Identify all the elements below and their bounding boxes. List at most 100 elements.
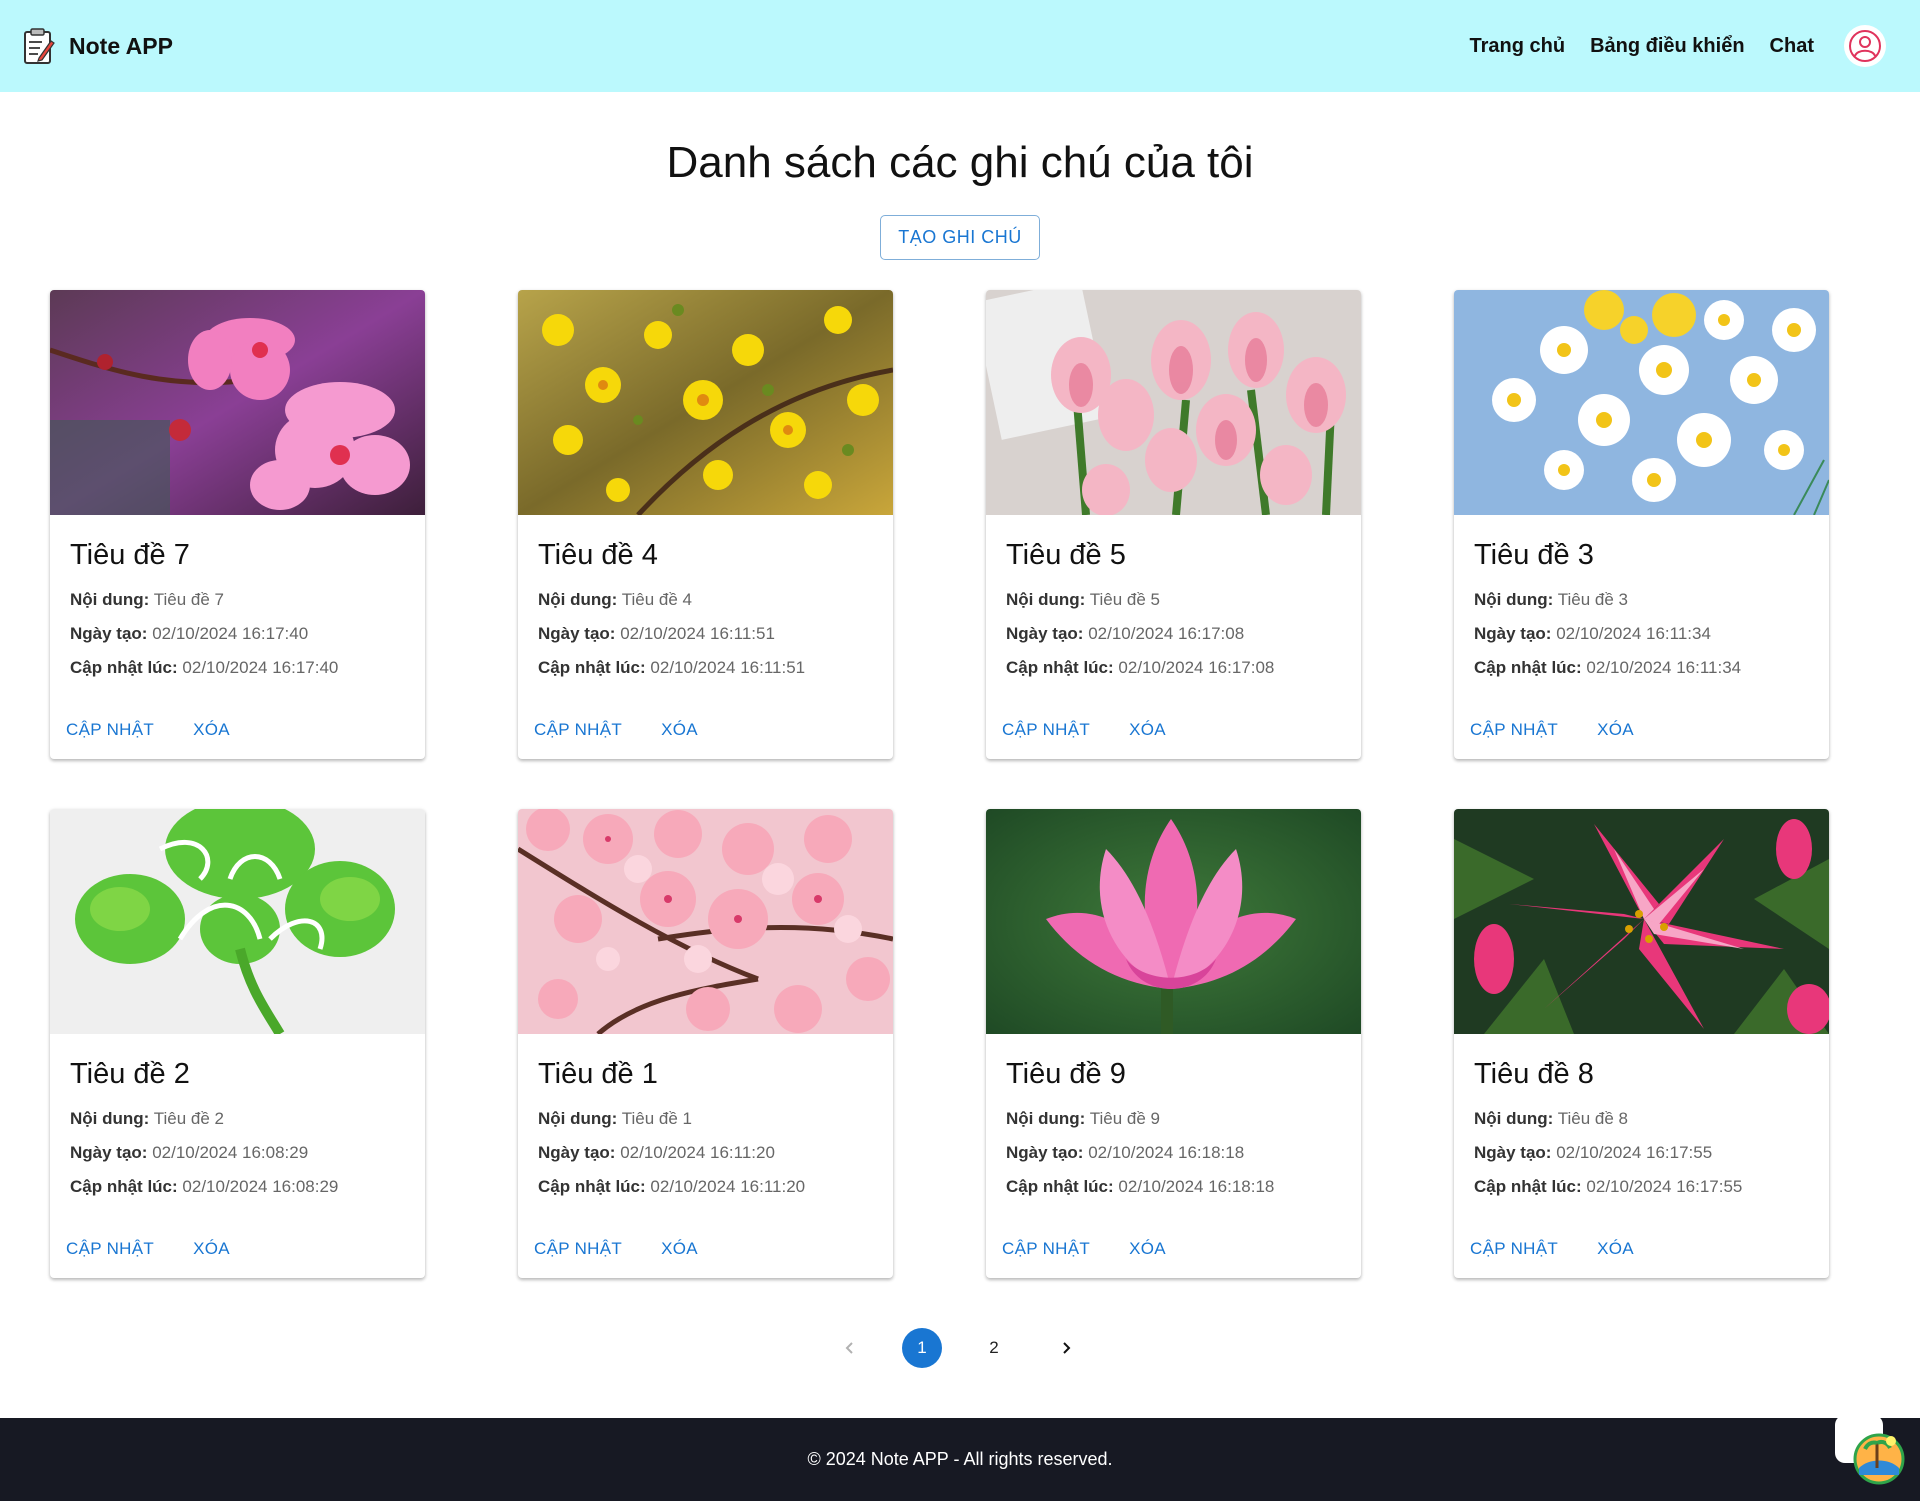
note-actions: CẬP NHẬT XÓA [1470, 720, 1634, 740]
brand[interactable]: Note APP [22, 27, 173, 65]
note-updated: 02/10/2024 16:08:29 [182, 1177, 339, 1196]
content-label: Nội dung: [538, 1109, 618, 1128]
pagination: 1 2 [830, 1328, 1118, 1368]
nav-dashboard-link[interactable]: Bảng điều khiển [1590, 35, 1744, 58]
note-updated-line: Cập nhật lúc: 02/10/2024 16:11:51 [538, 658, 873, 678]
nav-chat-link[interactable]: Chat [1770, 35, 1814, 58]
note-image-cherry-blossom [518, 809, 893, 1034]
created-label: Ngày tạo: [1474, 624, 1552, 643]
note-title: Tiêu đề 4 [538, 539, 658, 571]
note-card: Tiêu đề 2 Nội dung: Tiêu đề 2 Ngày tạo: … [50, 809, 425, 1278]
created-label: Ngày tạo: [1006, 624, 1084, 643]
note-updated: 02/10/2024 16:17:08 [1118, 658, 1275, 677]
update-note-button[interactable]: CẬP NHẬT [1470, 1239, 1558, 1259]
note-title: Tiêu đề 7 [70, 539, 190, 571]
created-label: Ngày tạo: [1474, 1143, 1552, 1162]
clipboard-note-icon [24, 28, 55, 64]
note-created: 02/10/2024 16:11:20 [620, 1143, 775, 1162]
note-updated-line: Cập nhật lúc: 02/10/2024 16:08:29 [70, 1177, 405, 1197]
created-label: Ngày tạo: [70, 624, 148, 643]
delete-note-button[interactable]: XÓA [1597, 720, 1634, 740]
note-card: Tiêu đề 1 Nội dung: Tiêu đề 1 Ngày tạo: … [518, 809, 893, 1278]
content-label: Nội dung: [1006, 1109, 1086, 1128]
next-page-button[interactable] [1046, 1328, 1086, 1368]
note-updated-line: Cập nhật lúc: 02/10/2024 16:17:55 [1474, 1177, 1809, 1197]
note-created: 02/10/2024 16:17:55 [1556, 1143, 1713, 1162]
note-title: Tiêu đề 8 [1474, 1058, 1594, 1090]
note-image-tulips [986, 290, 1361, 515]
note-updated-line: Cập nhật lúc: 02/10/2024 16:17:08 [1006, 658, 1341, 678]
note-title: Tiêu đề 5 [1006, 539, 1126, 571]
note-content: Tiêu đề 7 [153, 590, 224, 609]
user-avatar-button[interactable] [1846, 27, 1884, 65]
note-updated: 02/10/2024 16:17:40 [182, 658, 339, 677]
note-updated: 02/10/2024 16:11:51 [650, 658, 806, 677]
delete-note-button[interactable]: XÓA [1129, 1239, 1166, 1259]
note-created-line: Ngày tạo: 02/10/2024 16:17:55 [1474, 1143, 1809, 1163]
note-card: Tiêu đề 9 Nội dung: Tiêu đề 9 Ngày tạo: … [986, 809, 1361, 1278]
chevron-right-icon [1063, 1342, 1071, 1354]
update-note-button[interactable]: CẬP NHẬT [534, 1239, 622, 1259]
nav-home-link[interactable]: Trang chủ [1470, 35, 1566, 58]
note-created-line: Ngày tạo: 02/10/2024 16:17:40 [70, 624, 405, 644]
chat-bubble-icon[interactable] [1833, 1413, 1905, 1485]
note-image-lotus [986, 809, 1361, 1034]
note-title: Tiêu đề 1 [538, 1058, 658, 1090]
content-label: Nội dung: [70, 590, 150, 609]
note-actions: CẬP NHẬT XÓA [1002, 1239, 1166, 1259]
content-label: Nội dung: [1474, 1109, 1554, 1128]
note-created-line: Ngày tạo: 02/10/2024 16:17:08 [1006, 624, 1341, 644]
delete-note-button[interactable]: XÓA [661, 720, 698, 740]
created-label: Ngày tạo: [70, 1143, 148, 1162]
note-title: Tiêu đề 9 [1006, 1058, 1126, 1090]
delete-note-button[interactable]: XÓA [1129, 720, 1166, 740]
note-content-line: Nội dung: Tiêu đề 2 [70, 1109, 405, 1129]
delete-note-button[interactable]: XÓA [1597, 1239, 1634, 1259]
note-content-line: Nội dung: Tiêu đề 4 [538, 590, 873, 610]
created-label: Ngày tạo: [538, 624, 616, 643]
note-content-line: Nội dung: Tiêu đề 1 [538, 1109, 873, 1129]
note-created: 02/10/2024 16:11:51 [620, 624, 775, 643]
delete-note-button[interactable]: XÓA [193, 1239, 230, 1259]
note-content-line: Nội dung: Tiêu đề 8 [1474, 1109, 1809, 1129]
note-content: Tiêu đề 5 [1089, 590, 1160, 609]
content-label: Nội dung: [1006, 590, 1086, 609]
update-note-button[interactable]: CẬP NHẬT [1470, 720, 1558, 740]
update-note-button[interactable]: CẬP NHẬT [1002, 1239, 1090, 1259]
create-note-button[interactable]: TẠO GHI CHÚ [880, 215, 1040, 260]
note-created: 02/10/2024 16:08:29 [152, 1143, 309, 1162]
note-title: Tiêu đề 2 [70, 1058, 190, 1090]
note-actions: CẬP NHẬT XÓA [534, 1239, 698, 1259]
note-card: Tiêu đề 5 Nội dung: Tiêu đề 5 Ngày tạo: … [986, 290, 1361, 759]
update-note-button[interactable]: CẬP NHẬT [66, 1239, 154, 1259]
note-created: 02/10/2024 16:17:40 [152, 624, 309, 643]
note-card: Tiêu đề 3 Nội dung: Tiêu đề 3 Ngày tạo: … [1454, 290, 1829, 759]
delete-note-button[interactable]: XÓA [193, 720, 230, 740]
note-actions: CẬP NHẬT XÓA [1002, 720, 1166, 740]
note-updated-line: Cập nhật lúc: 02/10/2024 16:11:20 [538, 1177, 873, 1197]
update-note-button[interactable]: CẬP NHẬT [534, 720, 622, 740]
note-content: Tiêu đề 8 [1557, 1109, 1628, 1128]
delete-note-button[interactable]: XÓA [661, 1239, 698, 1259]
update-note-button[interactable]: CẬP NHẬT [66, 720, 154, 740]
note-actions: CẬP NHẬT XÓA [66, 1239, 230, 1259]
updated-label: Cập nhật lúc: [70, 1177, 178, 1196]
content-label: Nội dung: [1474, 590, 1554, 609]
note-content-line: Nội dung: Tiêu đề 3 [1474, 590, 1809, 610]
note-created-line: Ngày tạo: 02/10/2024 16:11:20 [538, 1143, 873, 1163]
note-card: Tiêu đề 4 Nội dung: Tiêu đề 4 Ngày tạo: … [518, 290, 893, 759]
update-note-button[interactable]: CẬP NHẬT [1002, 720, 1090, 740]
app-name: Note APP [69, 32, 173, 59]
page-title: Danh sách các ghi chú của tôi [666, 138, 1254, 187]
note-content-line: Nội dung: Tiêu đề 7 [70, 590, 405, 610]
prev-page-button[interactable] [830, 1328, 870, 1368]
note-created-line: Ngày tạo: 02/10/2024 16:11:51 [538, 624, 873, 644]
note-content-line: Nội dung: Tiêu đề 5 [1006, 590, 1341, 610]
page-button-1[interactable]: 1 [902, 1328, 942, 1368]
footer-copyright: © 2024 Note APP - All rights reserved. [807, 1449, 1113, 1469]
note-actions: CẬP NHẬT XÓA [66, 720, 230, 740]
note-image-orchid [50, 290, 425, 515]
note-image-lily [1454, 809, 1829, 1034]
page-button-2[interactable]: 2 [974, 1328, 1014, 1368]
note-card: Tiêu đề 7 Nội dung: Tiêu đề 7 Ngày tạo: … [50, 290, 425, 759]
